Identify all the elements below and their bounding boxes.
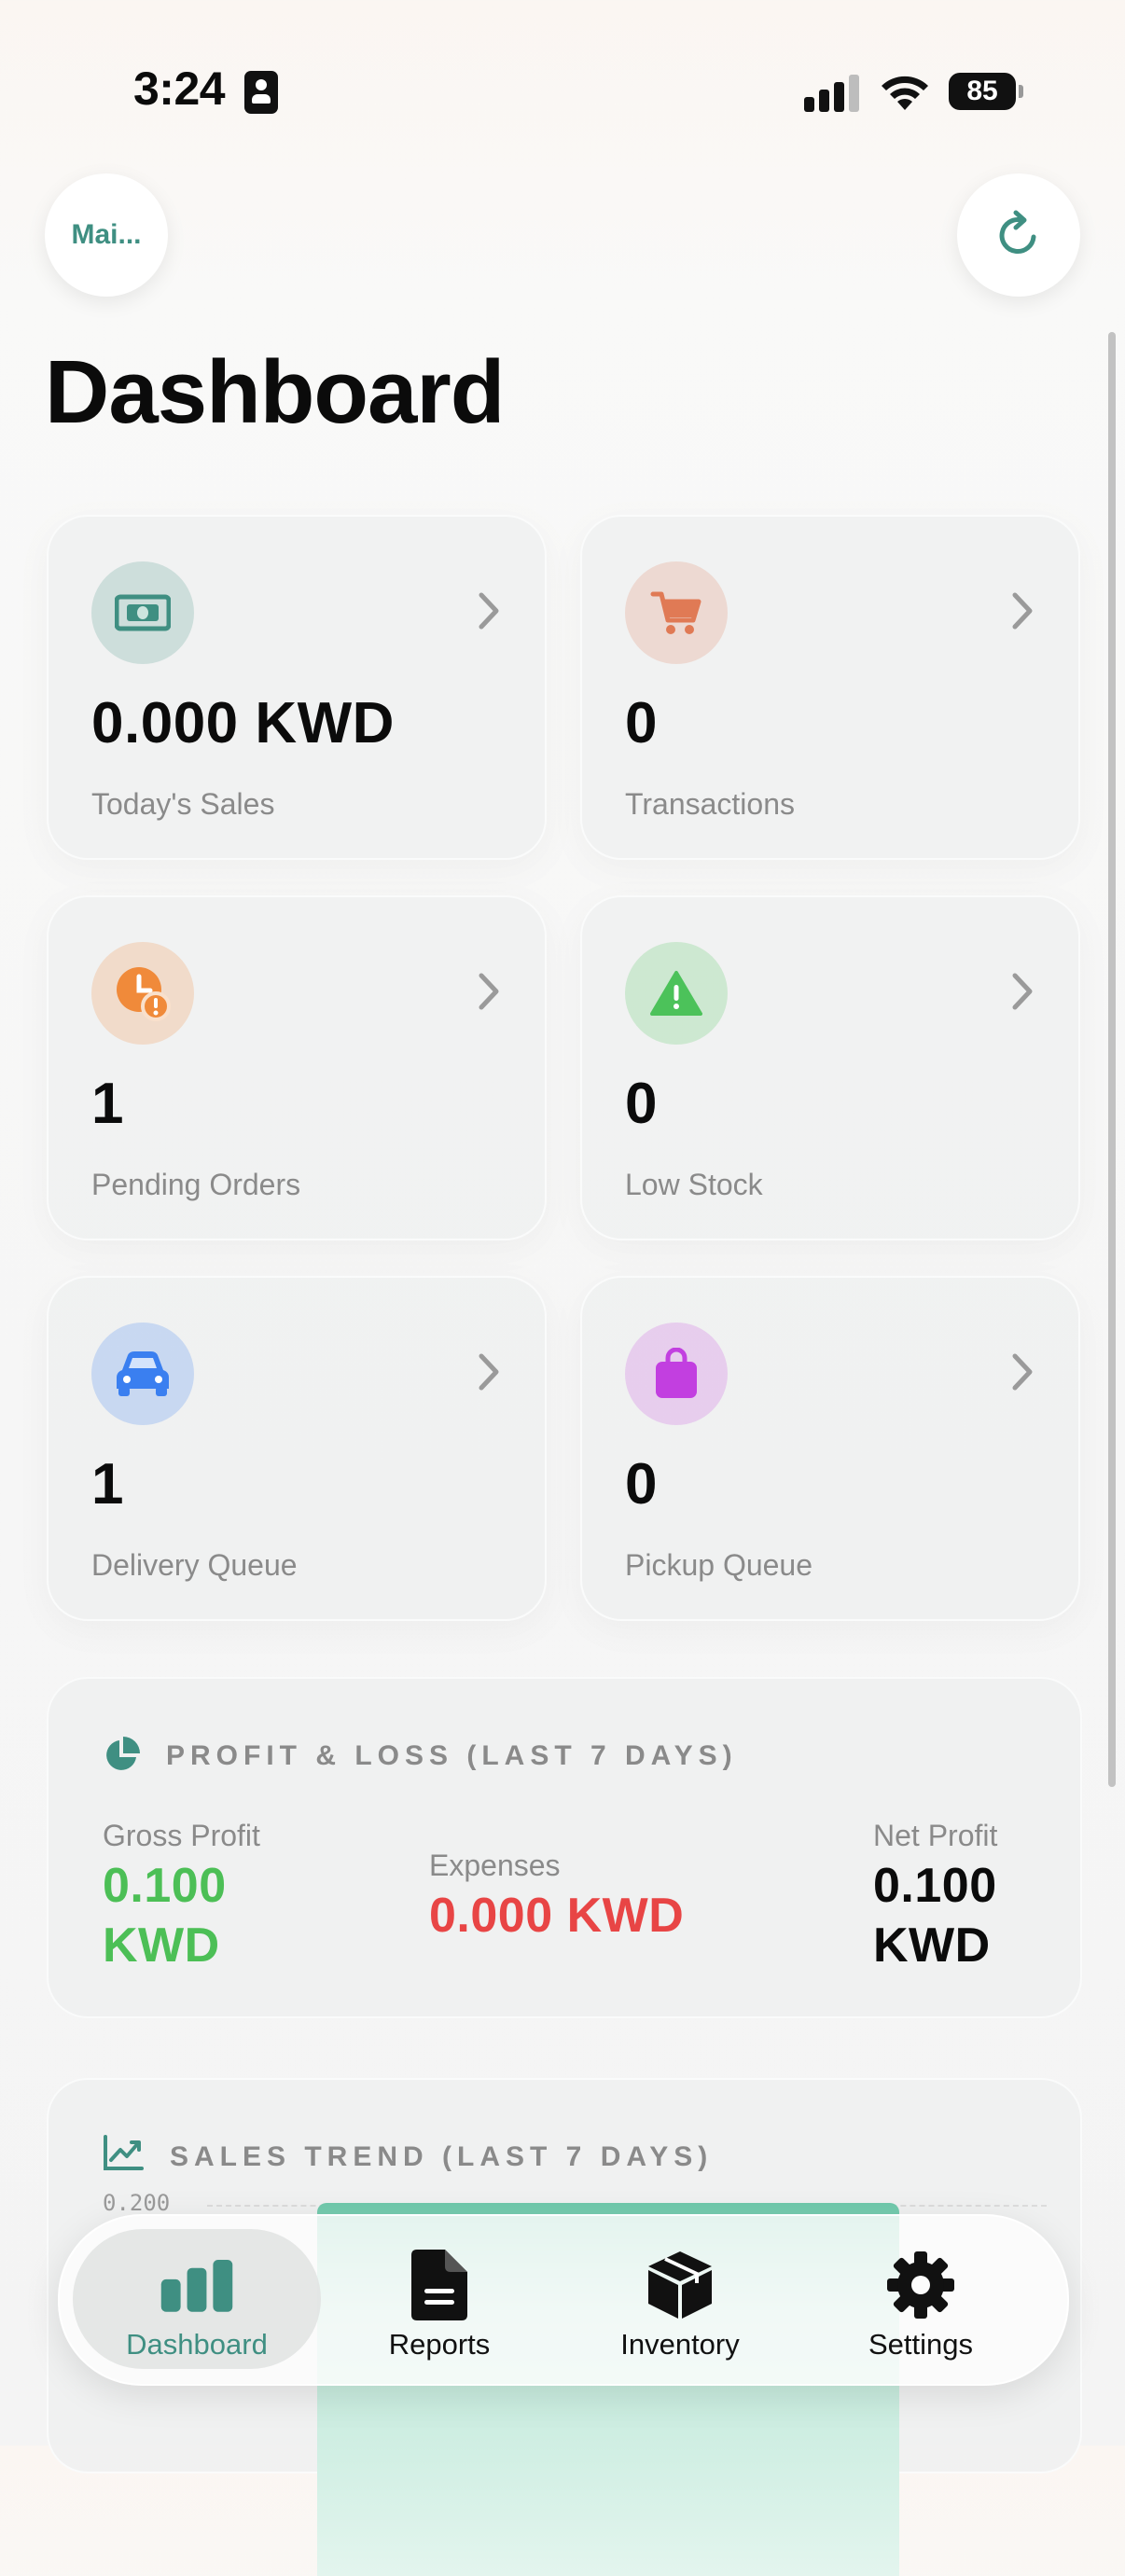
card-value: 0 — [625, 1072, 658, 1136]
card-value: 0 — [625, 691, 658, 755]
page-title: Dashboard — [45, 342, 505, 442]
expenses-value: 0.000 KWD — [429, 1889, 685, 1943]
y-axis-tick: 0.200 — [103, 2190, 171, 2216]
card-value: 0 — [625, 1452, 658, 1517]
tab-bar: Dashboard Reports Inventory Settings — [58, 2214, 1069, 2386]
chevron-right-icon — [479, 973, 499, 1010]
document-icon — [402, 2250, 477, 2320]
card-label: Delivery Queue — [91, 1548, 298, 1582]
chevron-right-icon — [479, 592, 499, 630]
store-selector-button[interactable]: Mai... — [45, 173, 168, 297]
contact-badge-icon — [244, 71, 278, 114]
bar-chart-icon — [160, 2250, 234, 2320]
tab-reports[interactable]: Reports — [315, 2229, 563, 2369]
card-label: Pickup Queue — [625, 1548, 813, 1582]
chevron-right-icon — [479, 1353, 499, 1391]
pie-chart-icon — [106, 1737, 140, 1770]
tab-label: Dashboard — [126, 2328, 268, 2361]
card-low-stock[interactable]: 0 Low Stock — [580, 895, 1080, 1240]
car-icon — [91, 1323, 194, 1425]
tab-settings[interactable]: Settings — [797, 2229, 1045, 2369]
section-title: PROFIT & LOSS (LAST 7 DAYS) — [166, 1740, 738, 1771]
card-value: 0.000 KWD — [91, 691, 395, 755]
clock-alert-icon — [91, 942, 194, 1045]
chevron-right-icon — [1012, 973, 1033, 1010]
card-label: Transactions — [625, 787, 795, 821]
chevron-right-icon — [1012, 592, 1033, 630]
refresh-button[interactable] — [957, 173, 1080, 297]
section-title: SALES TREND (LAST 7 DAYS) — [170, 2141, 714, 2172]
card-label: Pending Orders — [91, 1168, 301, 1201]
card-pickup-queue[interactable]: 0 Pickup Queue — [580, 1276, 1080, 1621]
expenses-label: Expenses — [429, 1849, 561, 1882]
bag-icon — [625, 1323, 728, 1425]
profit-loss-card: PROFIT & LOSS (LAST 7 DAYS) Gross Profit… — [47, 1677, 1082, 2018]
trend-up-icon — [104, 2135, 144, 2170]
card-transactions[interactable]: 0 Transactions — [580, 515, 1080, 860]
card-todays-sales[interactable]: 0.000 KWD Today's Sales — [47, 515, 547, 860]
card-value: 1 — [91, 1072, 124, 1136]
card-label: Low Stock — [625, 1168, 763, 1201]
wifi-icon — [882, 76, 928, 110]
scrollbar[interactable] — [1108, 332, 1116, 1787]
card-label: Today's Sales — [91, 787, 275, 821]
cellular-signal-icon — [804, 75, 860, 112]
warning-icon — [625, 942, 728, 1045]
battery-indicator: 85 — [949, 73, 1023, 110]
refresh-icon — [999, 210, 1036, 254]
tab-dashboard[interactable]: Dashboard — [73, 2229, 321, 2369]
box-icon — [643, 2250, 717, 2320]
tab-label: Inventory — [620, 2328, 740, 2361]
chevron-right-icon — [1012, 1353, 1033, 1391]
card-delivery-queue[interactable]: 1 Delivery Queue — [47, 1276, 547, 1621]
card-pending-orders[interactable]: 1 Pending Orders — [47, 895, 547, 1240]
battery-level: 85 — [949, 73, 1016, 110]
tab-label: Settings — [868, 2328, 973, 2361]
gear-icon — [883, 2250, 958, 2320]
tab-label: Reports — [388, 2328, 491, 2361]
net-profit-value: 0.100 KWD — [873, 1859, 997, 1973]
tab-inventory[interactable]: Inventory — [556, 2229, 804, 2369]
cash-icon — [91, 561, 194, 664]
gross-profit-label: Gross Profit — [103, 1819, 260, 1852]
cart-icon — [625, 561, 728, 664]
net-profit-label: Net Profit — [873, 1819, 998, 1852]
gross-profit-value: 0.100 KWD — [103, 1859, 227, 1973]
card-value: 1 — [91, 1452, 124, 1517]
status-time: 3:24 — [133, 62, 226, 115]
